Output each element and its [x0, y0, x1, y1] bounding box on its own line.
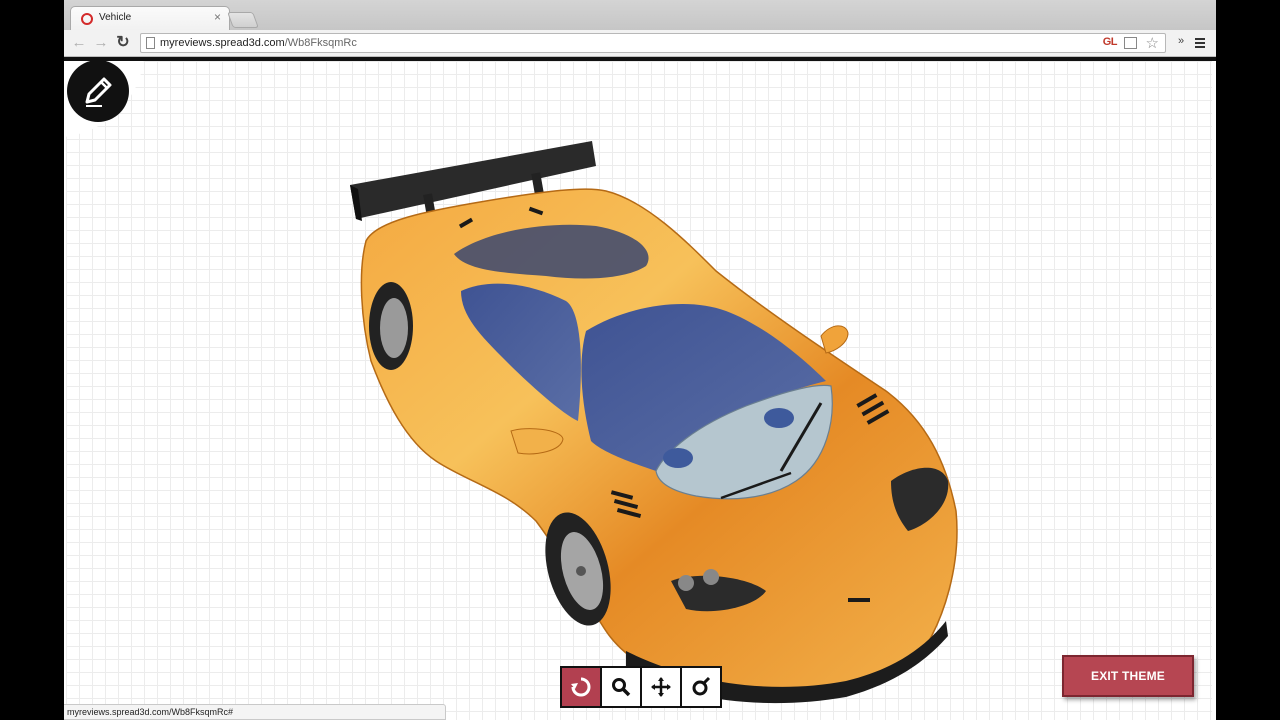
address-bar[interactable]: myreviews.spread3d.com/Wb8FksqmRc GL ☆ [140, 33, 1166, 53]
bookmark-star-icon[interactable]: ☆ [1146, 34, 1159, 52]
browser-toolbar: ← → ↻ myreviews.spread3d.com/Wb8FksqmRc … [64, 30, 1216, 57]
browser-menu-icon[interactable] [1195, 38, 1205, 48]
tab-favicon-icon [81, 13, 93, 25]
back-arrow-icon[interactable]: ← [70, 34, 88, 52]
car-3d-model[interactable] [66, 61, 1212, 720]
reload-icon[interactable]: ↻ [114, 34, 132, 52]
extensions-overflow-icon[interactable]: » [1178, 35, 1184, 47]
reset-view-tool-button[interactable] [682, 668, 720, 706]
page-action-icon[interactable] [1124, 37, 1137, 49]
orbit-reset-icon [692, 676, 711, 696]
gl-extension-icon[interactable]: GL [1103, 36, 1118, 48]
car-body [360, 188, 958, 704]
tab-close-icon[interactable]: × [214, 10, 221, 24]
exit-theme-button[interactable]: EXIT THEME [1062, 655, 1194, 697]
3d-viewer-canvas[interactable]: EXIT THEME [66, 61, 1212, 720]
browser-window: Vehicle × ← → ↻ myreviews.spread3d.com/W… [64, 0, 1216, 720]
zoom-tool-button[interactable] [602, 668, 640, 706]
rotate-icon [571, 677, 591, 697]
page-icon [146, 37, 155, 49]
url-domain: myreviews.spread3d.com [160, 37, 285, 49]
url-path: /Wb8FksqmRc [284, 37, 357, 49]
forward-arrow-icon[interactable]: → [92, 34, 110, 52]
tab-vehicle[interactable]: Vehicle × [70, 6, 230, 30]
tab-title: Vehicle [99, 12, 132, 23]
status-bar-url: myreviews.spread3d.com/Wb8FksqmRc# [64, 704, 446, 720]
viewer-toolset [560, 666, 722, 708]
move-icon [651, 677, 671, 697]
rotate-tool-button[interactable] [562, 668, 600, 706]
url-text[interactable]: myreviews.spread3d.com/Wb8FksqmRc [160, 37, 357, 49]
magnifier-icon [612, 678, 631, 697]
tab-strip: Vehicle × [64, 0, 1216, 30]
pan-tool-button[interactable] [642, 668, 680, 706]
edit-badge[interactable] [66, 61, 144, 139]
new-tab-button[interactable] [227, 12, 259, 28]
